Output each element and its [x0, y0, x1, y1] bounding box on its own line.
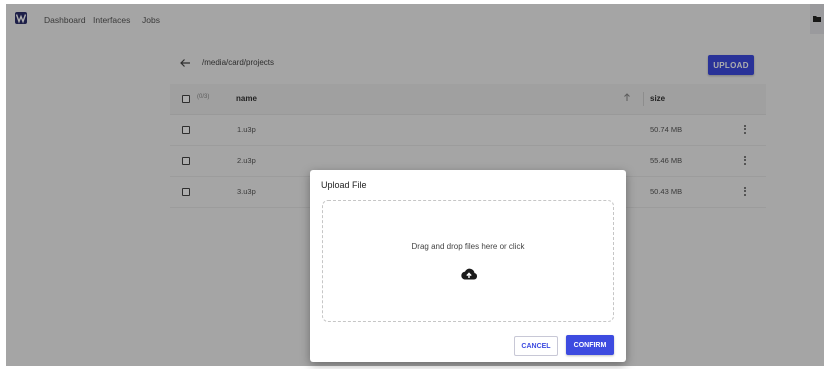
confirm-button[interactable]: CONFIRM [566, 335, 614, 355]
dropzone-text: Drag and drop files here or click [411, 242, 525, 251]
dialog-title: Upload File [321, 180, 367, 190]
cancel-button[interactable]: CANCEL [514, 336, 558, 356]
file-dropzone[interactable]: Drag and drop files here or click [322, 200, 614, 322]
cloud-upload-icon [461, 268, 478, 280]
upload-file-dialog: Upload File Drag and drop files here or … [310, 170, 626, 362]
